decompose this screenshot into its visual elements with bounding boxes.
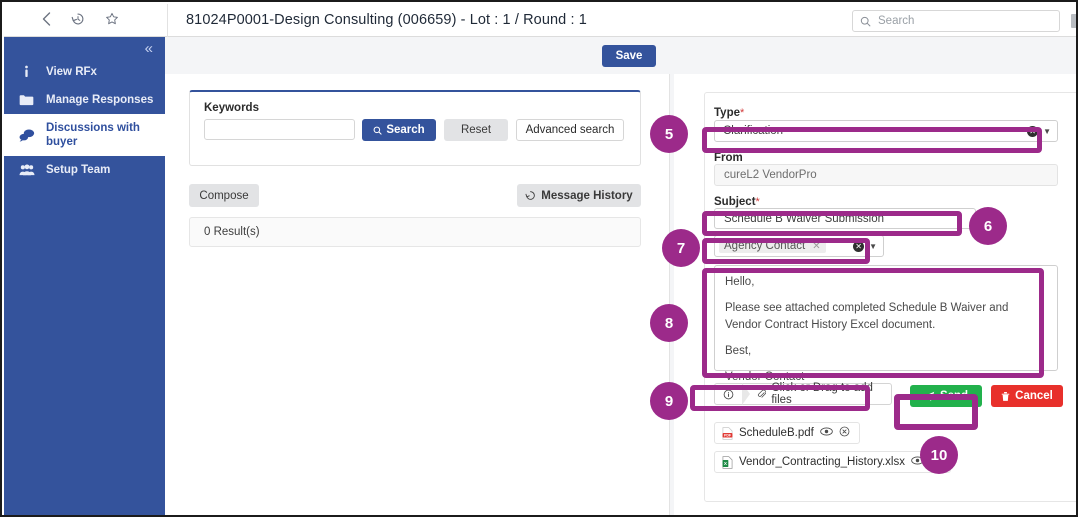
sidebar-item-label: Manage Responses: [46, 94, 154, 107]
message-body-textarea[interactable]: Hello, Please see attached completed Sch…: [714, 265, 1058, 383]
message-history-label: Message History: [541, 189, 633, 202]
application-window: 81024P0001-Design Consulting (006659) - …: [0, 0, 1078, 517]
sidebar-collapse-icon[interactable]: «: [4, 37, 165, 58]
keyword-search-card: Keywords Search Reset Advanced search: [189, 90, 641, 166]
compose-button[interactable]: Compose: [189, 184, 259, 207]
subject-input[interactable]: Schedule B Waiver Submission: [714, 208, 976, 229]
remove-icon[interactable]: [930, 455, 941, 469]
main-content: Save Keywords Search Reset Advanced sear…: [165, 37, 1076, 515]
users-icon: [18, 164, 35, 176]
clear-icon[interactable]: ✕: [853, 240, 865, 252]
sidebar-item-label: Discussions with buyer: [46, 122, 140, 149]
send-button[interactable]: Send: [910, 385, 982, 407]
from-field: cureL2 VendorPro: [714, 164, 1058, 186]
chevron-down-icon[interactable]: ▼: [1043, 127, 1051, 136]
results-count: 0 Result(s): [189, 217, 641, 247]
panel-resize-handle[interactable]: [1071, 14, 1076, 28]
cancel-button-label: Cancel: [1015, 390, 1053, 402]
paperclip-icon: [757, 389, 766, 398]
type-value: Clarification: [723, 125, 784, 137]
file-upload-dropzone[interactable]: Click or Drag to add files: [714, 382, 892, 406]
global-search-input[interactable]: Search: [852, 10, 1060, 32]
search-button-label: Search: [386, 124, 425, 136]
search-icon: [373, 126, 382, 135]
upload-divider: [741, 383, 750, 405]
star-icon[interactable]: [105, 12, 119, 29]
close-icon[interactable]: ✕: [812, 241, 820, 252]
recipient-chip: Agency Contact ✕: [719, 239, 826, 253]
info-icon: [18, 65, 35, 79]
chat-bubbles-icon: [18, 129, 35, 142]
body-line: Hello,: [725, 276, 755, 288]
action-bar: Save: [165, 37, 1076, 74]
preview-icon[interactable]: [911, 456, 924, 468]
body-line: Best,: [725, 345, 752, 358]
reset-button[interactable]: Reset: [444, 119, 508, 141]
send-button-label: Send: [939, 390, 969, 402]
keywords-input[interactable]: [204, 119, 355, 140]
top-bar: 81024P0001-Design Consulting (006659) - …: [4, 3, 1076, 37]
browser-nav-controls: [4, 11, 167, 29]
compose-panel: Type* Clarification ✕ ▼ From cureL2 Vend…: [674, 74, 1076, 515]
clear-icon[interactable]: ✕: [1027, 125, 1039, 137]
info-icon[interactable]: [715, 389, 742, 400]
xlsx-file-icon: X: [722, 455, 733, 469]
sidebar: « View RFx Manage Responses Discussions …: [4, 37, 165, 515]
search-icon: [860, 16, 871, 26]
upload-label: Click or Drag to add files: [771, 382, 873, 406]
back-icon[interactable]: [42, 11, 51, 29]
history-icon[interactable]: [71, 12, 85, 29]
attachment-name: ScheduleB.pdf: [739, 427, 814, 439]
sidebar-item-manage-responses[interactable]: Manage Responses: [4, 86, 165, 114]
keywords-label: Keywords: [204, 102, 259, 114]
send-icon: [924, 391, 935, 401]
attachment-item[interactable]: X Vendor_Contracting_History.xlsx: [714, 451, 951, 473]
sidebar-item-discussions-with-buyer[interactable]: Discussions with buyer: [4, 114, 165, 157]
svg-text:PDF: PDF: [724, 433, 732, 437]
cancel-button[interactable]: Cancel: [991, 385, 1063, 407]
advanced-search-button[interactable]: Advanced search: [516, 119, 624, 141]
trash-icon: [1001, 391, 1010, 401]
type-label: Type*: [714, 107, 745, 119]
attachment-item[interactable]: PDF ScheduleB.pdf: [714, 422, 860, 444]
sidebar-item-label: View RFx: [46, 66, 97, 78]
content-columns: Keywords Search Reset Advanced search Co…: [165, 74, 1076, 515]
save-button[interactable]: Save: [602, 45, 656, 67]
pdf-file-icon: PDF: [722, 426, 733, 440]
sidebar-item-view-rfx[interactable]: View RFx: [4, 58, 165, 86]
compose-form: Type* Clarification ✕ ▼ From cureL2 Vend…: [704, 92, 1076, 502]
recipient-select[interactable]: Agency Contact ✕ ✕ ▼: [714, 235, 884, 257]
search-button[interactable]: Search: [362, 119, 436, 141]
type-select[interactable]: Clarification ✕ ▼: [714, 120, 1058, 142]
history-icon: [525, 191, 536, 200]
message-history-button[interactable]: Message History: [517, 184, 641, 207]
remove-icon[interactable]: [839, 426, 850, 440]
sidebar-item-label: Setup Team: [46, 164, 111, 177]
messages-list-panel: Keywords Search Reset Advanced search Co…: [165, 74, 670, 515]
sidebar-item-setup-team[interactable]: Setup Team: [4, 156, 165, 184]
chevron-down-icon[interactable]: ▼: [869, 242, 877, 251]
folder-icon: [18, 94, 35, 106]
recipient-chip-label: Agency Contact: [724, 240, 806, 252]
body-line: Please see attached completed Schedule B…: [725, 302, 1009, 332]
preview-icon[interactable]: [820, 427, 833, 439]
global-search-placeholder: Search: [878, 15, 915, 27]
upload-hint: Click or Drag to add files: [750, 382, 891, 406]
attachment-name: Vendor_Contracting_History.xlsx: [739, 456, 905, 468]
